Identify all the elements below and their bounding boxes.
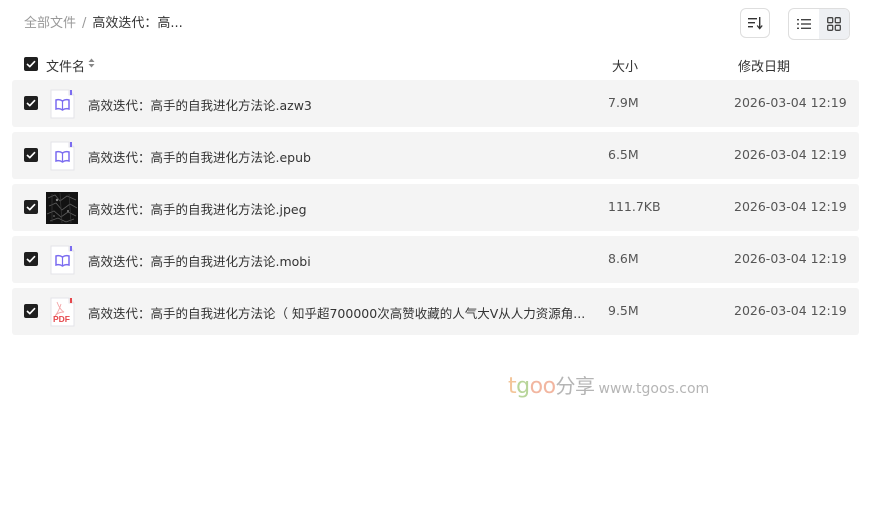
breadcrumb-current-folder: 高效迭代：高... xyxy=(92,16,183,31)
breadcrumb: 全部文件 / 高效迭代：高... xyxy=(24,15,183,33)
column-header-size[interactable]: 大小 xyxy=(612,56,638,75)
select-all-checkbox[interactable] xyxy=(24,57,38,71)
sort-lines-icon xyxy=(748,17,763,30)
watermark: tgoo分享 www.tgoos.com xyxy=(508,370,709,399)
grid-view-icon xyxy=(827,17,841,31)
file-row[interactable]: 高效迭代：高手的自我进化方法论.azw3 7.9M 2026-03-04 12:19 xyxy=(12,80,859,127)
grid-view-button[interactable] xyxy=(819,9,849,39)
file-modified-date: 2026-03-04 12:19 xyxy=(734,199,847,214)
row-checkbox[interactable] xyxy=(24,200,38,214)
row-checkbox[interactable] xyxy=(24,148,38,162)
breadcrumb-separator: / xyxy=(82,16,87,31)
file-modified-date: 2026-03-04 12:19 xyxy=(734,251,847,266)
breadcrumb-root-link[interactable]: 全部文件 xyxy=(24,16,76,31)
file-name[interactable]: 高效迭代：高手的自我进化方法论.jpeg xyxy=(88,199,588,218)
checkmark-icon xyxy=(26,203,36,211)
file-name[interactable]: 高效迭代：高手的自我进化方法论.mobi xyxy=(88,251,588,270)
row-checkbox[interactable] xyxy=(24,96,38,110)
row-checkbox[interactable] xyxy=(24,304,38,318)
watermark-url: www.tgoos.com xyxy=(598,381,710,397)
file-size: 6.5M xyxy=(608,147,639,162)
file-modified-date: 2026-03-04 12:19 xyxy=(734,95,847,110)
file-modified-date: 2026-03-04 12:19 xyxy=(734,303,847,318)
ebook-icon xyxy=(46,140,78,172)
column-header-name[interactable]: 文件名 xyxy=(46,56,85,75)
file-name[interactable]: 高效迭代：高手的自我进化方法论.epub xyxy=(88,147,588,166)
checkmark-icon xyxy=(26,151,36,159)
view-toggle xyxy=(788,8,850,40)
file-name[interactable]: 高效迭代：高手的自我进化方法论.azw3 xyxy=(88,95,588,114)
file-name[interactable]: 高效迭代：高手的自我进化方法论（ 知乎超700000次高赞收藏的人气大V从人力资… xyxy=(88,303,588,322)
ebook-icon xyxy=(46,244,78,276)
file-row[interactable]: 高效迭代：高手的自我进化方法论.epub 6.5M 2026-03-04 12:19 xyxy=(12,132,859,179)
row-checkbox[interactable] xyxy=(24,252,38,266)
file-size: 9.5M xyxy=(608,303,639,318)
image-thumbnail xyxy=(46,192,78,224)
file-row[interactable]: 高效迭代：高手的自我进化方法论.jpeg 111.7KB 2026-03-04 12… xyxy=(12,184,859,231)
file-size: 111.7KB xyxy=(608,199,661,214)
checkmark-icon xyxy=(26,307,36,315)
table-header: 文件名 大小 修改日期 xyxy=(12,52,859,76)
pdf-icon: PDF xyxy=(46,296,78,328)
top-bar: 全部文件 / 高效迭代：高... xyxy=(0,0,874,48)
file-size: 8.6M xyxy=(608,251,639,266)
file-row[interactable]: 高效迭代：高手的自我进化方法论.mobi 8.6M 2026-03-04 12:19 xyxy=(12,236,859,283)
checkmark-icon xyxy=(26,60,36,68)
checkmark-icon xyxy=(26,255,36,263)
watermark-brand: tgoo分享 xyxy=(508,374,595,399)
list-view-button[interactable] xyxy=(789,9,819,39)
checkmark-icon xyxy=(26,99,36,107)
file-modified-date: 2026-03-04 12:19 xyxy=(734,147,847,162)
file-size: 7.9M xyxy=(608,95,639,110)
column-header-date[interactable]: 修改日期 xyxy=(738,56,790,75)
ebook-icon xyxy=(46,88,78,120)
svg-text:PDF: PDF xyxy=(53,314,70,324)
sort-button[interactable] xyxy=(740,8,770,38)
file-row[interactable]: PDF 高效迭代：高手的自我进化方法论（ 知乎超700000次高赞收藏的人气大V从… xyxy=(12,288,859,335)
sort-arrows-icon[interactable] xyxy=(88,57,95,72)
list-view-icon xyxy=(797,19,811,29)
